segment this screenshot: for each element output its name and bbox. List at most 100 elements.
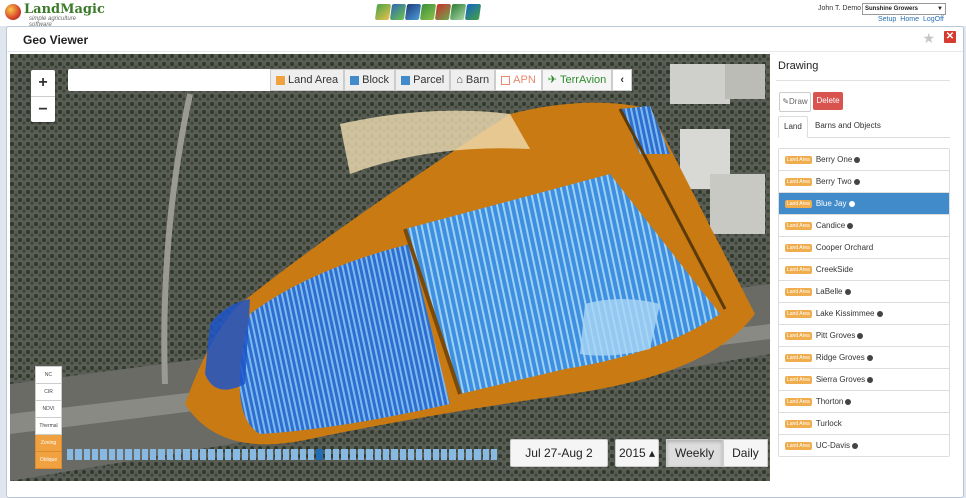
globe-icon[interactable] xyxy=(847,222,854,229)
timeline-week[interactable] xyxy=(100,449,107,460)
globe-icon[interactable] xyxy=(845,398,852,405)
star-icon[interactable]: ★ xyxy=(922,30,935,47)
timeline-week[interactable] xyxy=(341,449,348,460)
timeline-week[interactable] xyxy=(490,449,498,460)
close-icon[interactable]: ✕ xyxy=(944,31,956,43)
app-icon-3[interactable] xyxy=(404,4,422,20)
timeline-week[interactable] xyxy=(299,449,307,460)
layer-nc[interactable]: NC xyxy=(35,366,62,384)
list-item[interactable]: Land Area Turlock xyxy=(779,413,949,435)
list-item[interactable]: Land Area Ridge Groves xyxy=(779,347,949,369)
timeline-week[interactable] xyxy=(441,449,448,460)
tab-land[interactable]: Land xyxy=(778,116,808,138)
list-item[interactable]: Land Area Thorton xyxy=(779,391,949,413)
list-item[interactable]: Land Area Pitt Groves xyxy=(779,325,949,347)
timeline-week[interactable] xyxy=(108,449,115,460)
timeline-week[interactable] xyxy=(482,449,489,460)
list-item[interactable]: Land Area Blue Jay xyxy=(779,193,949,215)
timeline-week[interactable] xyxy=(374,449,381,460)
daily-button[interactable]: Daily xyxy=(723,439,768,467)
apn-tool[interactable]: APN xyxy=(495,69,542,91)
timeline-current-week[interactable] xyxy=(316,449,323,460)
layer-thermal[interactable]: Thermal xyxy=(35,418,62,435)
timeline-week[interactable] xyxy=(233,449,240,460)
globe-icon[interactable] xyxy=(853,178,860,185)
timeline-week[interactable] xyxy=(200,449,207,460)
timeline-week[interactable] xyxy=(366,449,373,460)
layer-zoning[interactable]: Zoning xyxy=(35,435,62,452)
globe-icon[interactable] xyxy=(867,376,874,383)
globe-icon[interactable] xyxy=(866,354,873,361)
timeline-week[interactable] xyxy=(67,449,74,460)
timeline-week[interactable] xyxy=(183,449,190,460)
timeline-week[interactable] xyxy=(208,449,215,460)
timeline-week[interactable] xyxy=(266,449,273,460)
list-item[interactable]: Land Area Berry One xyxy=(779,149,949,171)
timeline-week[interactable] xyxy=(224,449,232,460)
setup-link[interactable]: Setup xyxy=(878,16,896,23)
list-item[interactable]: Land Area Candice xyxy=(779,215,949,237)
timeline-week[interactable] xyxy=(125,449,132,460)
timeline-week[interactable] xyxy=(216,449,223,460)
timeline-week[interactable] xyxy=(399,449,406,460)
timeline-week[interactable] xyxy=(324,449,331,460)
timeline-week[interactable] xyxy=(116,449,124,460)
globe-icon[interactable] xyxy=(844,288,851,295)
app-icon-2[interactable] xyxy=(389,4,407,20)
list-item[interactable]: Land Area Cooper Orchard xyxy=(779,237,949,259)
globe-icon[interactable] xyxy=(857,332,864,339)
timeline-week[interactable] xyxy=(166,449,174,460)
terravion-tool[interactable]: ✈ TerrAvion xyxy=(541,69,613,91)
timeline-week[interactable] xyxy=(283,449,290,460)
company-select[interactable]: Sunshine Growers ▼ xyxy=(862,3,946,15)
zoom-in-button[interactable]: + xyxy=(31,70,55,96)
block-tool[interactable]: Block xyxy=(344,69,396,91)
globe-icon[interactable] xyxy=(852,442,859,449)
tab-barns-and-objects[interactable]: Barns and Objects xyxy=(810,116,886,136)
timeline-week[interactable] xyxy=(291,449,298,460)
globe-icon[interactable] xyxy=(848,200,855,207)
timeline-week[interactable] xyxy=(416,449,423,460)
date-timeline[interactable] xyxy=(67,449,498,460)
globe-icon[interactable] xyxy=(876,310,883,317)
list-item[interactable]: Land Area Berry Two xyxy=(779,171,949,193)
list-item[interactable]: Land Area CreekSide xyxy=(779,259,949,281)
timeline-week[interactable] xyxy=(474,449,481,460)
list-item[interactable]: Land Area LaBelle xyxy=(779,281,949,303)
timeline-week[interactable] xyxy=(241,449,248,460)
timeline-week[interactable] xyxy=(466,449,473,460)
home-link[interactable]: Home xyxy=(900,16,919,23)
logoff-link[interactable]: LogOff xyxy=(923,16,944,23)
timeline-week[interactable] xyxy=(75,449,82,460)
timeline-week[interactable] xyxy=(91,449,99,460)
barn-tool[interactable]: ⌂ Barn xyxy=(450,69,496,91)
app-icon-5[interactable] xyxy=(434,4,452,20)
timeline-week[interactable] xyxy=(349,449,356,460)
timeline-week[interactable] xyxy=(141,449,149,460)
layer-cir[interactable]: CIR xyxy=(35,384,62,401)
app-icon-1[interactable] xyxy=(374,4,392,20)
timeline-week[interactable] xyxy=(158,449,165,460)
date-range-display[interactable]: Jul 27-Aug 2 xyxy=(510,439,608,467)
timeline-week[interactable] xyxy=(424,449,431,460)
timeline-week[interactable] xyxy=(382,449,390,460)
year-select[interactable]: 2015 ▴ xyxy=(615,439,659,467)
layer-ndvi[interactable]: NDVI xyxy=(35,401,62,418)
timeline-week[interactable] xyxy=(391,449,398,460)
timeline-week[interactable] xyxy=(150,449,157,460)
timeline-week[interactable] xyxy=(308,449,315,460)
map-view[interactable]: + − Land Area Block Parcel ⌂ Barn APN ✈ Te… xyxy=(10,54,770,481)
parcel-tool[interactable]: Parcel xyxy=(395,69,451,91)
timeline-week[interactable] xyxy=(357,449,365,460)
timeline-week[interactable] xyxy=(449,449,456,460)
timeline-week[interactable] xyxy=(258,449,265,460)
timeline-week[interactable] xyxy=(133,449,140,460)
timeline-week[interactable] xyxy=(83,449,90,460)
app-icon-6[interactable] xyxy=(449,4,467,20)
list-item[interactable]: Land Area UC-Davis xyxy=(779,435,949,456)
timeline-week[interactable] xyxy=(175,449,182,460)
delete-button[interactable]: Delete xyxy=(813,92,843,110)
timeline-week[interactable] xyxy=(249,449,257,460)
globe-icon[interactable] xyxy=(854,156,861,163)
zoom-out-button[interactable]: − xyxy=(31,96,55,123)
